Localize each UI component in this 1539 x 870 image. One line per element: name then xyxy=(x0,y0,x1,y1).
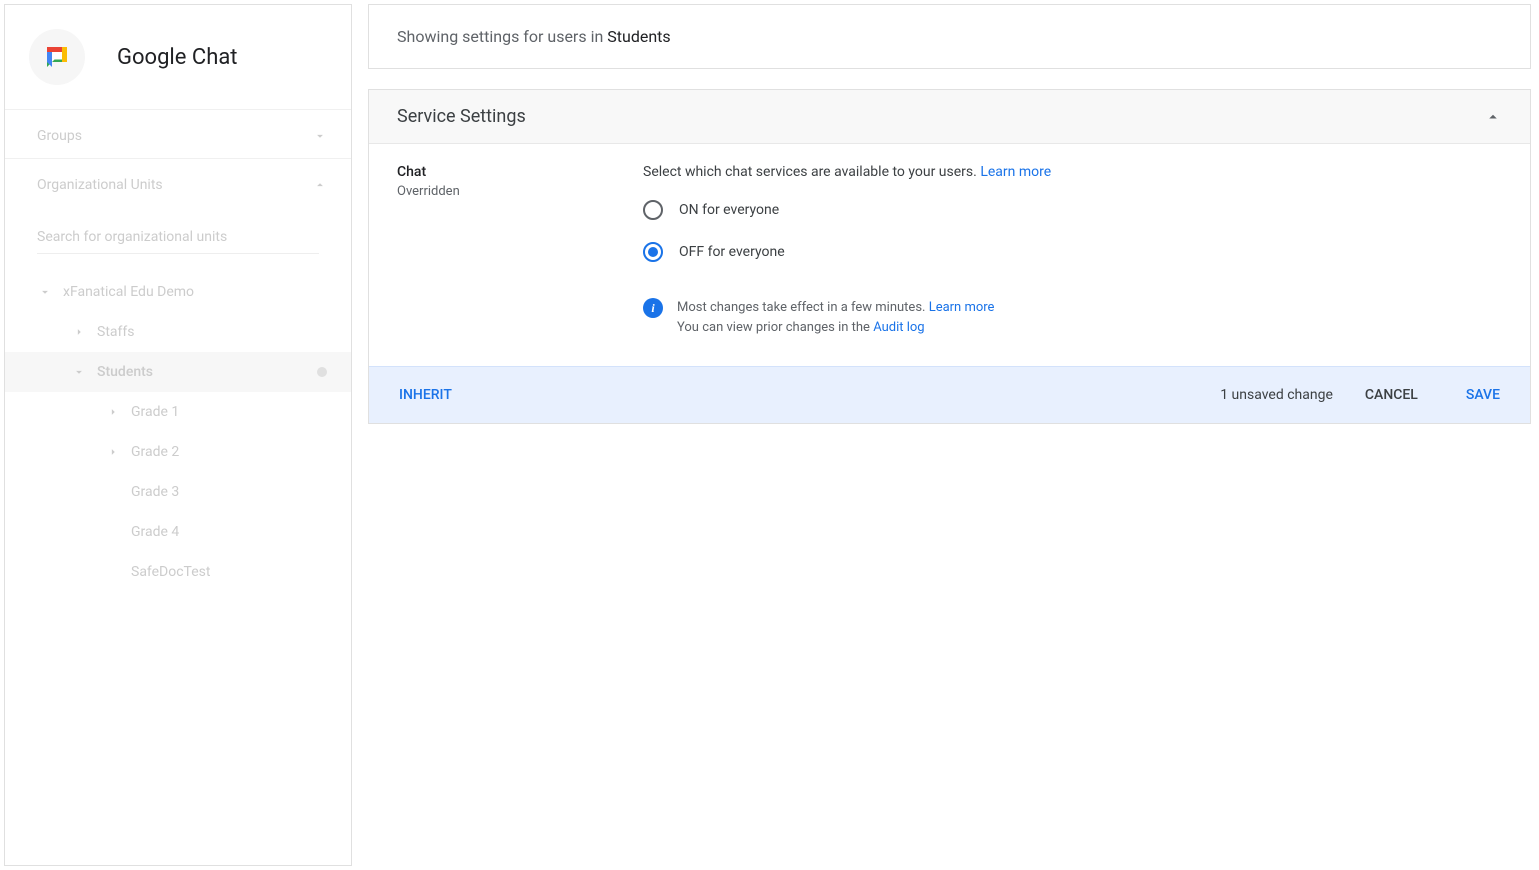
ou-students[interactable]: Students xyxy=(5,352,351,392)
context-prefix: Showing settings for users in xyxy=(397,27,607,46)
save-button[interactable]: SAVE xyxy=(1466,387,1500,403)
chevron-up-icon xyxy=(1484,108,1502,126)
triangle-right-icon xyxy=(106,405,120,419)
cancel-button[interactable]: CANCEL xyxy=(1365,387,1418,403)
context-banner: Showing settings for users in Students xyxy=(368,4,1531,69)
audit-log-link[interactable]: Audit log xyxy=(873,320,924,335)
ou-grade2[interactable]: Grade 2 xyxy=(5,432,351,472)
ou-grade1[interactable]: Grade 1 xyxy=(5,392,351,432)
ou-label: Grade 4 xyxy=(131,524,179,540)
search-input[interactable] xyxy=(37,225,319,254)
settings-card-header[interactable]: Service Settings xyxy=(369,90,1530,144)
sidebar: Google Chat Groups Organizational Units … xyxy=(4,4,352,866)
setting-label-column: Chat Overridden xyxy=(397,164,627,338)
chat-setting-sublabel: Overridden xyxy=(397,184,627,199)
radio-on-everyone[interactable]: ON for everyone xyxy=(643,200,1502,220)
google-chat-icon xyxy=(42,42,72,72)
setting-description: Select which chat services are available… xyxy=(643,164,1502,180)
triangle-down-icon xyxy=(72,365,86,379)
radio-label: ON for everyone xyxy=(679,202,779,218)
unsaved-changes-status: 1 unsaved change xyxy=(1220,387,1333,403)
ou-label: Grade 3 xyxy=(131,484,179,500)
description-text: Select which chat services are available… xyxy=(643,164,980,180)
chevron-up-icon xyxy=(313,178,327,192)
settings-card-title: Service Settings xyxy=(397,106,526,127)
sidebar-header: Google Chat xyxy=(5,5,351,110)
triangle-down-icon xyxy=(38,285,52,299)
settings-card-body: Chat Overridden Select which chat servic… xyxy=(369,144,1530,366)
ou-grade4[interactable]: Grade 4 xyxy=(5,512,351,552)
info-learn-more-link[interactable]: Learn more xyxy=(929,300,995,315)
context-ou-name: Students xyxy=(607,27,670,46)
learn-more-link[interactable]: Learn more xyxy=(980,164,1051,180)
app-logo xyxy=(29,29,85,85)
chat-setting-label: Chat xyxy=(397,164,627,180)
org-units-search xyxy=(5,207,351,264)
service-settings-card: Service Settings Chat Overridden Select … xyxy=(368,89,1531,424)
ou-label: Grade 1 xyxy=(131,404,179,420)
radio-off-everyone[interactable]: OFF for everyone xyxy=(643,242,1502,262)
radio-icon xyxy=(643,200,663,220)
app-title: Google Chat xyxy=(117,45,238,70)
info-line2: You can view prior changes in the xyxy=(677,320,873,335)
triangle-right-icon xyxy=(106,445,120,459)
org-units-section[interactable]: Organizational Units xyxy=(5,159,351,207)
groups-section[interactable]: Groups xyxy=(5,110,351,159)
ou-staffs[interactable]: Staffs xyxy=(5,312,351,352)
ou-label: SafeDocTest xyxy=(131,564,210,580)
ou-root[interactable]: xFanatical Edu Demo xyxy=(5,272,351,312)
info-line1: Most changes take effect in a few minute… xyxy=(677,300,929,315)
radio-label: OFF for everyone xyxy=(679,244,785,260)
org-unit-tree: xFanatical Edu Demo Staffs Students Grad… xyxy=(5,264,351,600)
setting-content-column: Select which chat services are available… xyxy=(643,164,1502,338)
ou-label: Students xyxy=(97,364,153,380)
ou-grade3[interactable]: Grade 3 xyxy=(5,472,351,512)
ou-label: xFanatical Edu Demo xyxy=(63,284,194,300)
info-text: Most changes take effect in a few minute… xyxy=(677,298,994,338)
main-content: Showing settings for users in Students S… xyxy=(368,4,1535,866)
ou-safedoctest[interactable]: SafeDocTest xyxy=(5,552,351,592)
inherit-button[interactable]: INHERIT xyxy=(399,387,452,403)
org-units-label: Organizational Units xyxy=(37,177,163,193)
chat-radio-group: ON for everyone OFF for everyone xyxy=(643,200,1502,262)
ou-label: Grade 2 xyxy=(131,444,179,460)
chevron-down-icon xyxy=(313,129,327,143)
selected-indicator xyxy=(317,367,327,377)
triangle-right-icon xyxy=(72,325,86,339)
info-icon: i xyxy=(643,298,663,318)
settings-footer: INHERIT 1 unsaved change CANCEL SAVE xyxy=(369,366,1530,423)
ou-label: Staffs xyxy=(97,324,134,340)
groups-label: Groups xyxy=(37,128,82,144)
info-box: i Most changes take effect in a few minu… xyxy=(643,298,1502,338)
radio-icon xyxy=(643,242,663,262)
